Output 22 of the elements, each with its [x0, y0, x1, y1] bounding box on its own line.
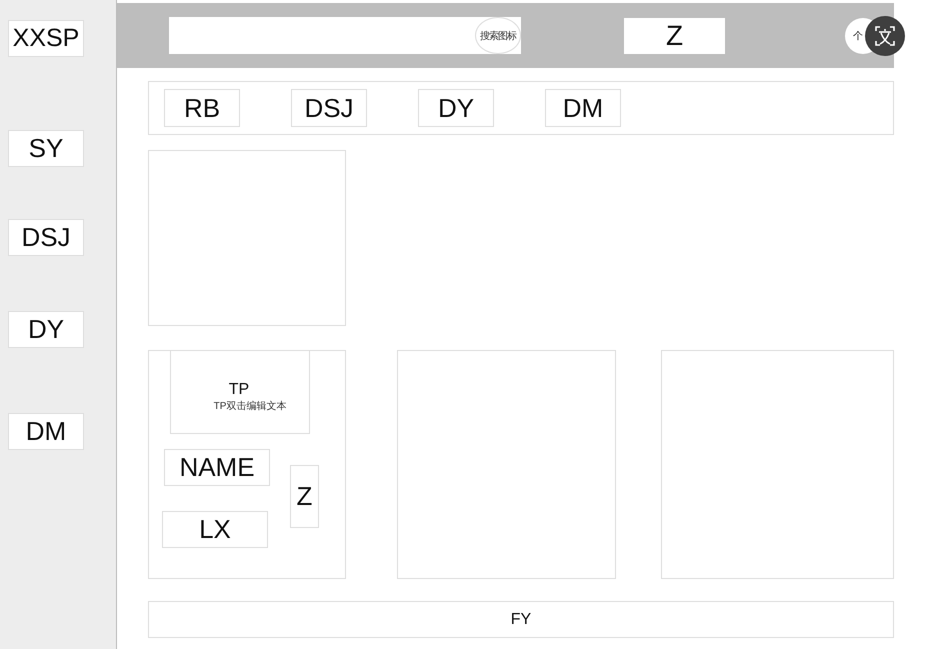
sidebar-item[interactable]: DSJ	[8, 219, 84, 256]
search-field[interactable]: 搜索图标	[169, 17, 521, 54]
thumbnail-label: TP	[228, 381, 250, 399]
nav-tab[interactable]: DM	[545, 89, 621, 127]
logo: XXSP	[8, 20, 84, 57]
card-z-label: Z	[290, 465, 319, 528]
video-card[interactable]	[396, 350, 616, 579]
nav-tab[interactable]: DSJ	[291, 89, 367, 127]
video-card[interactable]: TP TP双击编辑文本 NAME LX Z	[148, 350, 346, 579]
sidebar-item[interactable]: DM	[8, 413, 84, 450]
edit-hint: TP双击编辑文本	[214, 400, 286, 413]
video-name: NAME	[164, 449, 270, 486]
nav-tab[interactable]: DY	[418, 89, 494, 127]
sidebar-item[interactable]: DY	[8, 311, 84, 348]
video-type: LX	[162, 511, 268, 548]
nav-tab[interactable]: RB	[164, 89, 240, 127]
search-button[interactable]: 搜索图标	[475, 17, 521, 54]
live-text-tooltip[interactable]	[865, 16, 905, 56]
pagination-bar[interactable]: FY	[148, 601, 894, 638]
sidebar-item[interactable]: SY	[8, 130, 84, 167]
header-z-button[interactable]: Z	[624, 18, 725, 54]
video-card[interactable]	[661, 350, 894, 579]
